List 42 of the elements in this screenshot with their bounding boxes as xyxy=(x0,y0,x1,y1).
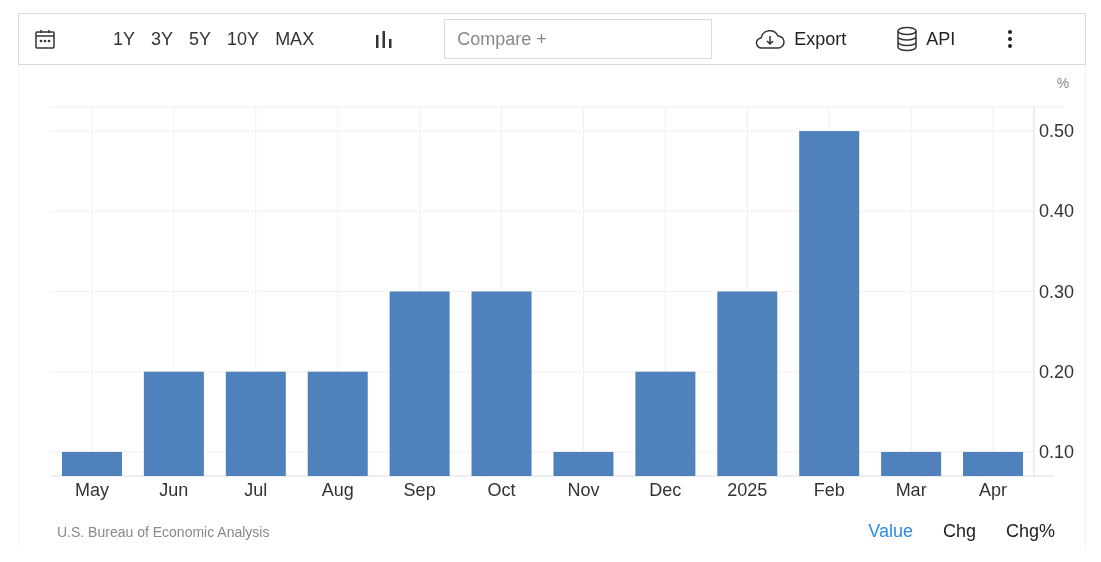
api-button[interactable]: API xyxy=(896,26,956,52)
mode-tab[interactable]: Value xyxy=(868,521,913,542)
x-axis-label: Nov xyxy=(567,480,600,500)
x-axis-label: Sep xyxy=(403,480,436,500)
bar xyxy=(61,451,122,476)
bar xyxy=(963,451,1024,476)
range-button[interactable]: 1Y xyxy=(113,28,136,50)
y-axis-label: 0.10 xyxy=(1039,441,1075,462)
y-axis-label: 0.30 xyxy=(1039,281,1075,302)
x-axis-label: Jun xyxy=(159,480,189,500)
range-button[interactable]: 3Y xyxy=(151,28,174,50)
bar-chart-icon xyxy=(374,29,395,49)
y-axis-label: 0.40 xyxy=(1039,201,1075,222)
more-icon xyxy=(1007,29,1014,49)
menu-button[interactable] xyxy=(1007,29,1014,49)
source-text: U.S. Bureau of Economic Analysis xyxy=(57,523,271,540)
x-axis-label: May xyxy=(74,480,109,500)
x-axis-label: Feb xyxy=(813,480,845,500)
x-axis-label: Apr xyxy=(979,480,1008,500)
cloud-download-icon xyxy=(754,28,787,50)
y-axis-label: 0.20 xyxy=(1039,361,1075,382)
x-axis-label: Oct xyxy=(487,480,516,500)
range-button[interactable]: 10Y xyxy=(227,28,260,50)
calendar-button[interactable] xyxy=(33,27,57,51)
compare-field[interactable]: Compare + xyxy=(444,19,713,59)
x-axis-label: Dec xyxy=(649,480,682,500)
database-icon xyxy=(896,26,919,52)
mode-tab[interactable]: Chg% xyxy=(1005,521,1055,542)
chart-type-button[interactable] xyxy=(374,29,395,49)
x-axis-label: Mar xyxy=(895,480,927,500)
y-axis-label: 0.50 xyxy=(1039,121,1075,142)
bar xyxy=(881,451,942,476)
calendar-icon xyxy=(33,27,57,51)
range-button[interactable]: MAX xyxy=(275,28,315,50)
x-axis-label: 2025 xyxy=(727,480,768,500)
x-axis-label: Aug xyxy=(321,480,354,500)
range-button[interactable]: 5Y xyxy=(189,28,212,50)
unit-label: % xyxy=(1056,75,1070,91)
x-axis-label: Jul xyxy=(244,480,268,500)
export-button[interactable]: Export xyxy=(754,28,847,50)
mode-tab[interactable]: Chg xyxy=(942,521,976,542)
bar xyxy=(553,451,614,476)
